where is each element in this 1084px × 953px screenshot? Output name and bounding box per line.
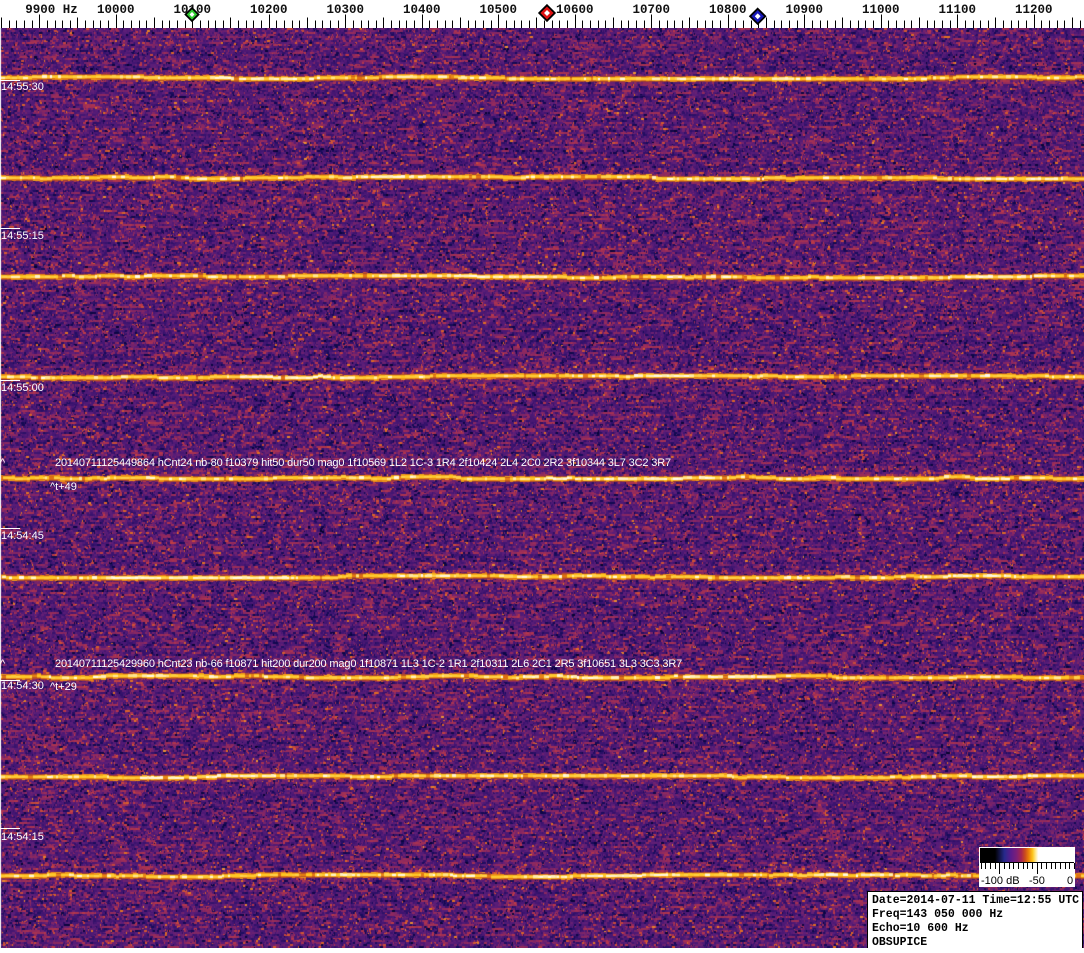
svg-text:10500: 10500 (479, 3, 517, 17)
svg-text:10800: 10800 (709, 3, 747, 17)
svg-text:9900 Hz: 9900 Hz (25, 3, 78, 17)
svg-text:11000: 11000 (862, 3, 900, 17)
svg-text:11100: 11100 (938, 3, 976, 17)
svg-text:10700: 10700 (632, 3, 670, 17)
svg-text:10300: 10300 (326, 3, 364, 17)
svg-text:10400: 10400 (403, 3, 441, 17)
svg-text:10900: 10900 (785, 3, 823, 17)
svg-text:10000: 10000 (97, 3, 135, 17)
svg-text:11200: 11200 (1015, 3, 1053, 17)
svg-text:10600: 10600 (556, 3, 594, 17)
svg-text:10200: 10200 (250, 3, 288, 17)
